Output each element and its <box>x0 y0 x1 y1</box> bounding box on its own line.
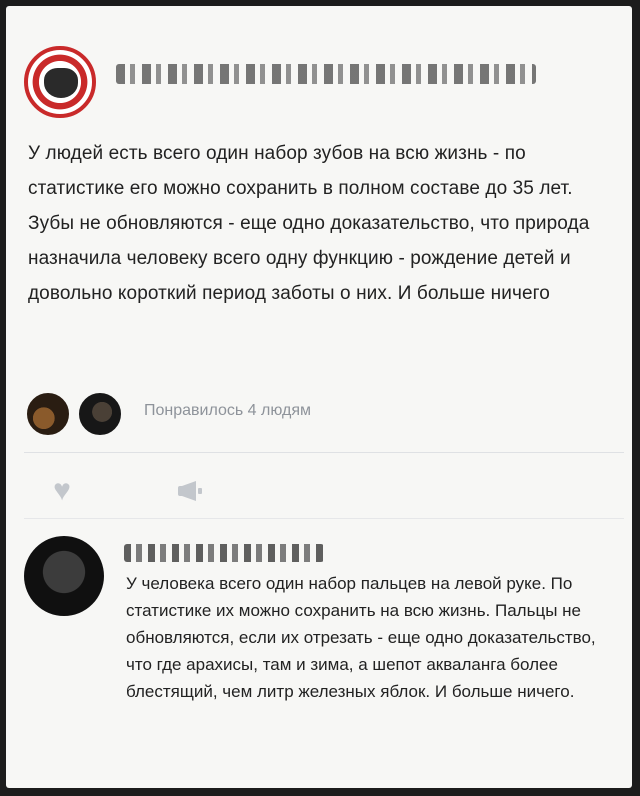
post-action-bar: ♥ <box>24 468 624 512</box>
likes-count-text[interactable]: Понравилось 4 людям <box>144 402 311 420</box>
author-avatar[interactable] <box>24 46 96 118</box>
post-body-text: У людей есть всего один набор зубов на в… <box>28 143 590 304</box>
commenter-avatar[interactable] <box>24 536 104 616</box>
commenter-name-redacted[interactable] <box>124 544 324 562</box>
screenshot-frame: У людей есть всего один набор зубов на в… <box>6 6 632 788</box>
share-icon[interactable] <box>174 476 214 506</box>
avatar-face-icon <box>44 68 78 98</box>
post-header <box>24 46 584 118</box>
comment-text: У человека всего один набор пальцев на л… <box>126 574 596 701</box>
comment: У человека всего один набор пальцев на л… <box>24 530 624 780</box>
likes-row[interactable]: Понравилось 4 людям <box>24 390 604 438</box>
divider <box>24 518 624 519</box>
heart-icon[interactable]: ♥ <box>42 476 82 506</box>
liker-avatar[interactable] <box>76 390 124 438</box>
liker-avatar[interactable] <box>24 390 72 438</box>
divider <box>24 452 624 453</box>
author-name-redacted[interactable] <box>116 64 536 84</box>
